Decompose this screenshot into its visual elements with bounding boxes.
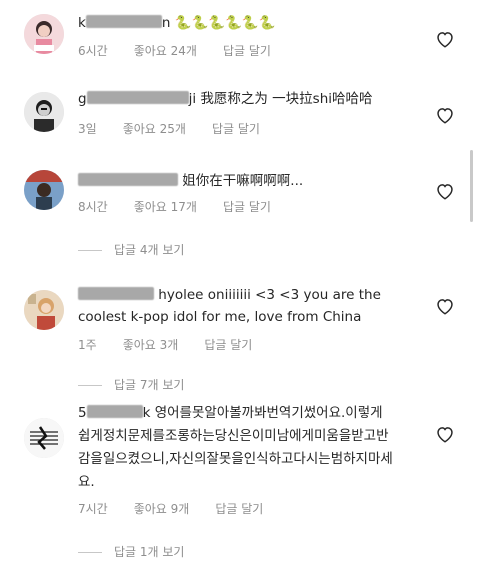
username-suffix: ji: [188, 91, 197, 107]
avatar[interactable]: [24, 170, 64, 210]
comment-text: 我愿称之为 一块拉shi哈哈哈: [200, 91, 373, 107]
view-replies-label: 답글 7개 보기: [114, 378, 185, 392]
avatar-image: [24, 92, 64, 132]
heart-outline-icon[interactable]: [435, 30, 455, 48]
reply-button[interactable]: 답글 달기: [204, 338, 252, 352]
username-prefix: g: [78, 91, 87, 107]
heart-outline-icon[interactable]: [435, 425, 455, 443]
comment-text-line-2: 쉽게정치문제를조롱하는당신은이미남에게미움을받고반: [78, 428, 389, 444]
comment-meta: 1주 좋아요 3개 답글 달기: [78, 336, 278, 353]
username[interactable]: [78, 287, 154, 303]
timestamp[interactable]: 3일: [78, 122, 97, 136]
comment-meta: 3일 좋아요 25개 답글 달기: [78, 120, 286, 137]
username-prefix: 5: [78, 405, 87, 421]
replies-divider: [78, 385, 102, 386]
comment-text-line-1: 영어를못알아볼까봐번역기썼어요.이렇게: [154, 405, 383, 421]
comment-text: 姐你在干嘛啊啊啊...: [182, 173, 304, 189]
redacted-username: [86, 405, 143, 418]
reply-button[interactable]: 답글 달기: [212, 122, 260, 136]
comment-meta: 6시간 좋아요 24개 답글 달기: [78, 42, 297, 59]
comment-line: 姐你在干嘛啊啊啊...: [78, 170, 303, 192]
username-suffix: n: [161, 15, 171, 31]
replies-divider: [78, 552, 102, 553]
username[interactable]: 5k: [78, 405, 150, 421]
username-prefix: k: [78, 15, 86, 31]
redacted-username: [86, 91, 189, 104]
heart-outline-icon[interactable]: [435, 106, 455, 124]
timestamp[interactable]: 1주: [78, 338, 97, 352]
comment-text-line-4: 요.: [78, 474, 95, 490]
avatar[interactable]: [24, 290, 64, 330]
avatar[interactable]: [24, 418, 64, 458]
comment-text: 🐍🐍🐍🐍🐍🐍: [174, 15, 276, 31]
username[interactable]: [78, 173, 178, 189]
view-replies-label: 답글 4개 보기: [114, 243, 185, 257]
redacted-username: [85, 15, 162, 28]
username[interactable]: kn: [78, 15, 170, 31]
heart-outline-icon[interactable]: [435, 297, 455, 315]
replies-divider: [78, 250, 102, 251]
comment-line: g ji 我愿称之为 一块拉shi哈哈哈: [78, 88, 373, 110]
view-replies-label: 답글 1개 보기: [114, 545, 185, 559]
like-count[interactable]: 좋아요 24개: [134, 44, 197, 58]
avatar[interactable]: [24, 14, 64, 54]
scrollbar[interactable]: [470, 150, 473, 222]
comment-line: hyolee oniiiiiii <3 <3 you are the: [78, 284, 381, 306]
redacted-username: [78, 287, 154, 300]
comment-text-line-1: hyolee oniiiiiii <3 <3 you are the: [158, 287, 381, 303]
timestamp[interactable]: 6시간: [78, 44, 108, 58]
like-count[interactable]: 좋아요 17개: [134, 200, 197, 214]
reply-button[interactable]: 답글 달기: [223, 44, 271, 58]
redacted-username: [78, 173, 178, 186]
view-replies-button[interactable]: 답글 1개 보기: [78, 543, 184, 560]
comment-meta: 7시간 좋아요 9개 답글 달기: [78, 500, 289, 517]
view-replies-button[interactable]: 답글 7개 보기: [78, 376, 184, 393]
comment-line: kn 🐍🐍🐍🐍🐍🐍: [78, 12, 276, 34]
reply-button[interactable]: 답글 달기: [215, 502, 263, 516]
username-suffix: k: [142, 405, 151, 421]
like-count[interactable]: 좋아요 9개: [134, 502, 190, 516]
heart-outline-icon[interactable]: [435, 182, 455, 200]
avatar-image: [24, 14, 64, 54]
like-count[interactable]: 좋아요 25개: [123, 122, 186, 136]
view-replies-button[interactable]: 답글 4개 보기: [78, 241, 184, 258]
avatar-image: [24, 170, 64, 210]
comment-meta: 8시간 좋아요 17개 답글 달기: [78, 198, 297, 215]
reply-button[interactable]: 답글 달기: [223, 200, 271, 214]
timestamp[interactable]: 8시간: [78, 200, 108, 214]
comment-line: 5k 영어를못알아볼까봐번역기썼어요.이렇게: [78, 402, 383, 424]
avatar-image: [24, 290, 64, 330]
avatar-image: [24, 418, 64, 458]
timestamp[interactable]: 7시간: [78, 502, 108, 516]
comment-text-line-2: coolest k-pop idol for me, love from Chi…: [78, 309, 362, 325]
comment-text-line-3: 감을일으켰으니,자신의잘못을인식하고다시는범하지마세: [78, 451, 393, 467]
username[interactable]: g ji: [78, 91, 196, 107]
avatar[interactable]: [24, 92, 64, 132]
like-count[interactable]: 좋아요 3개: [123, 338, 179, 352]
